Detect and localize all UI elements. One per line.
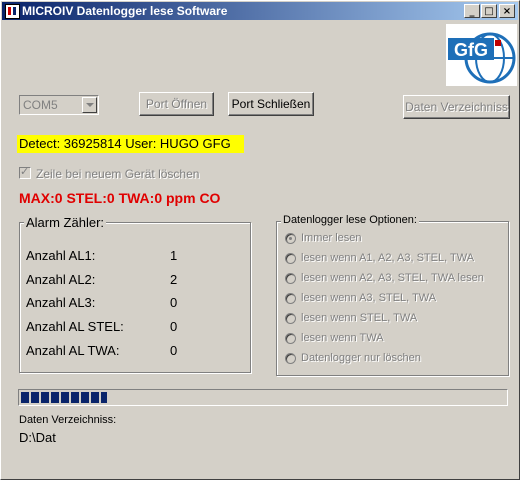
progress-block [21, 392, 29, 403]
read-option-label[interactable]: Datenlogger nur löschen [301, 352, 421, 364]
clear-row-checkbox-label: Zeile bei neuem Gerät löschen [36, 167, 200, 181]
status-readout: MAX:0 STEL:0 TWA:0 ppm CO [19, 190, 221, 206]
alarm-counter-title: Alarm Zähler: [24, 215, 107, 230]
read-option-radio[interactable] [285, 233, 296, 244]
progress-block [61, 392, 69, 403]
alarm-row-label: Anzahl AL1: [26, 248, 96, 263]
minimize-button[interactable]: _ [464, 4, 480, 18]
title-bar[interactable]: MICROIV Datenlogger lese Software _ □ × [2, 2, 518, 20]
read-options-title: Datenlogger lese Optionen: [281, 214, 419, 226]
progress-block [101, 392, 107, 403]
alarm-row-label: Anzahl AL2: [26, 272, 96, 287]
read-option-label[interactable]: lesen wenn TWA [301, 332, 384, 344]
logo-text: GfG [454, 40, 488, 60]
read-option-label[interactable]: lesen wenn A2, A3, STEL, TWA lesen [301, 272, 484, 284]
progress-bar [18, 389, 508, 406]
alarm-row-value: 0 [170, 295, 178, 310]
window-title: MICROIV Datenlogger lese Software [22, 4, 228, 18]
progress-block [31, 392, 39, 403]
read-option-radio[interactable] [285, 273, 296, 284]
data-directory-path: D:\Dat [19, 430, 56, 445]
alarm-row-value: 0 [170, 343, 178, 358]
alarm-row-label: Anzahl AL STEL: [26, 319, 124, 334]
read-option-radio[interactable] [285, 353, 296, 364]
read-option-radio[interactable] [285, 293, 296, 304]
progress-block [81, 392, 89, 403]
progress-block [51, 392, 59, 403]
data-directory-label: Daten Verzeichniss: [19, 414, 117, 426]
gfg-logo-graphic: GfG [448, 32, 516, 84]
read-option-label[interactable]: lesen wenn STEL, TWA [301, 312, 417, 324]
read-option-label[interactable]: Immer lesen [301, 232, 362, 244]
maximize-button[interactable]: □ [481, 4, 497, 18]
read-option-label[interactable]: lesen wenn A1, A2, A3, STEL, TWA [301, 252, 474, 264]
progress-block [71, 392, 79, 403]
port-select-value: COM5 [23, 98, 58, 112]
progress-block [91, 392, 99, 403]
alarm-row-value: 2 [170, 272, 178, 287]
progress-fill [19, 390, 107, 405]
app-icon[interactable] [5, 4, 20, 19]
port-close-button[interactable]: Port Schließen [228, 92, 314, 116]
alarm-row-label: Anzahl AL TWA: [26, 343, 120, 358]
read-option-radio[interactable] [285, 253, 296, 264]
read-option-label[interactable]: lesen wenn A3, STEL, TWA [301, 292, 436, 304]
read-option-radio[interactable] [285, 313, 296, 324]
read-option-radio[interactable] [285, 333, 296, 344]
device-detect-label: Detect: 36925814 User: HUGO GFG [17, 135, 244, 153]
alarm-row-value: 0 [170, 319, 178, 334]
gfg-logo: GfG [446, 24, 517, 86]
alarm-row-label: Anzahl AL3: [26, 295, 96, 310]
clear-row-checkbox[interactable] [19, 165, 31, 179]
chevron-down-icon[interactable] [82, 97, 97, 113]
port-open-button[interactable]: Port Öffnen [139, 92, 214, 116]
progress-block [41, 392, 49, 403]
port-select[interactable]: COM5 [19, 95, 99, 115]
close-button[interactable]: × [499, 4, 515, 18]
data-directory-button[interactable]: Daten Verzeichniss [403, 95, 510, 119]
alarm-row-value: 1 [170, 248, 178, 263]
